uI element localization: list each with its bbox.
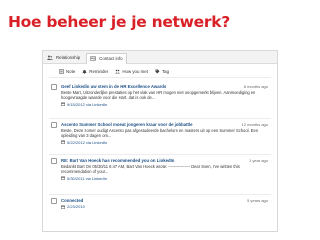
- checkbox[interactable]: [51, 84, 57, 90]
- bell-icon: [82, 70, 87, 74]
- feed-item-meta: 5/30/2011 via LinkedIn: [61, 176, 269, 181]
- feed-item-body: Beste Mart, Uitzonderlijke prestaties op…: [61, 90, 256, 101]
- feed-item-meta: 5/22/2012 via LinkedIn: [61, 140, 269, 145]
- tab-relationship[interactable]: Relationship: [47, 55, 80, 60]
- note-icon: [59, 69, 64, 74]
- tag-button[interactable]: Tag: [155, 69, 169, 74]
- activity-feed: Geef Linkedin uw stem in de HR Excellenc…: [49, 81, 271, 217]
- feed-item-body: Bedankt Bart On 05/30/11 6:47 AM, Bart V…: [61, 164, 240, 175]
- feed-item[interactable]: Connected 5 years ago 2/23/2010: [49, 195, 271, 217]
- action-bar: Note Reminder How you met Tag: [49, 66, 271, 78]
- feed-item-title[interactable]: RE: Bart Van Hoeck has recommended you o…: [61, 158, 211, 163]
- checkbox[interactable]: [51, 198, 57, 204]
- note-button[interactable]: Note: [59, 69, 75, 74]
- how-you-met-button[interactable]: How you met: [115, 69, 148, 74]
- feed-item[interactable]: RE: Bart Van Hoeck has recommended you o…: [49, 155, 271, 195]
- reminder-button-label: Reminder: [89, 69, 109, 74]
- feed-item-title[interactable]: Geef Linkedin uw stem in de HR Excellenc…: [61, 84, 211, 89]
- feed-item-time: 5 years ago: [247, 198, 268, 203]
- feed-item-meta: 9/15/2012 via LinkedIn: [61, 102, 269, 107]
- checkbox[interactable]: [51, 158, 57, 164]
- tag-icon: [155, 69, 160, 74]
- feed-item-time: 1 year ago: [249, 158, 268, 163]
- calendar-icon: [61, 176, 65, 181]
- handshake-icon: [115, 69, 121, 74]
- tab-relationship-label: Relationship: [56, 54, 81, 60]
- feed-item-meta: 2/23/2010: [61, 204, 269, 209]
- feed-item-body: Beste, Deze zomer oudigt Ascento pas afg…: [61, 128, 259, 139]
- tag-button-label: Tag: [161, 69, 170, 74]
- feed-item-date: 5/30/2011 via LinkedIn: [67, 175, 107, 181]
- reminder-button[interactable]: Reminder: [82, 69, 108, 74]
- how-you-met-button-label: How you met: [122, 69, 148, 74]
- checkbox[interactable]: [51, 122, 57, 128]
- contact-profile-window: Relationship Contact info Note Reminder: [42, 50, 278, 232]
- feed-item-title[interactable]: Ascento Summer School moeat jongeren kra…: [61, 122, 211, 127]
- calendar-icon: [61, 140, 65, 145]
- tab-contact-info[interactable]: Contact info: [86, 52, 127, 64]
- feed-item-date: 9/15/2012 via LinkedIn: [67, 101, 108, 107]
- slide-title: Hoe beheer je je netwerk?: [8, 13, 230, 31]
- people-icon: [47, 55, 53, 60]
- tab-bar: Relationship Contact info: [43, 51, 277, 64]
- feed-item-date: 2/23/2010: [67, 204, 85, 209]
- feed-item-time: 12 months ago: [241, 122, 268, 127]
- feed-item[interactable]: Geef Linkedin uw stem in de HR Excellenc…: [49, 81, 271, 119]
- calendar-icon: [61, 102, 65, 107]
- feed-item-date: 5/22/2012 via LinkedIn: [67, 139, 108, 145]
- note-button-label: Note: [66, 69, 76, 74]
- tab-contact-info-label: Contact info: [99, 56, 123, 61]
- card-icon: [90, 56, 97, 61]
- feed-item-time: 8 months ago: [243, 84, 268, 89]
- calendar-icon: [61, 205, 65, 209]
- feed-item[interactable]: Ascento Summer School moeat jongeren kra…: [49, 119, 271, 155]
- feed-item-title[interactable]: Connected: [61, 198, 211, 203]
